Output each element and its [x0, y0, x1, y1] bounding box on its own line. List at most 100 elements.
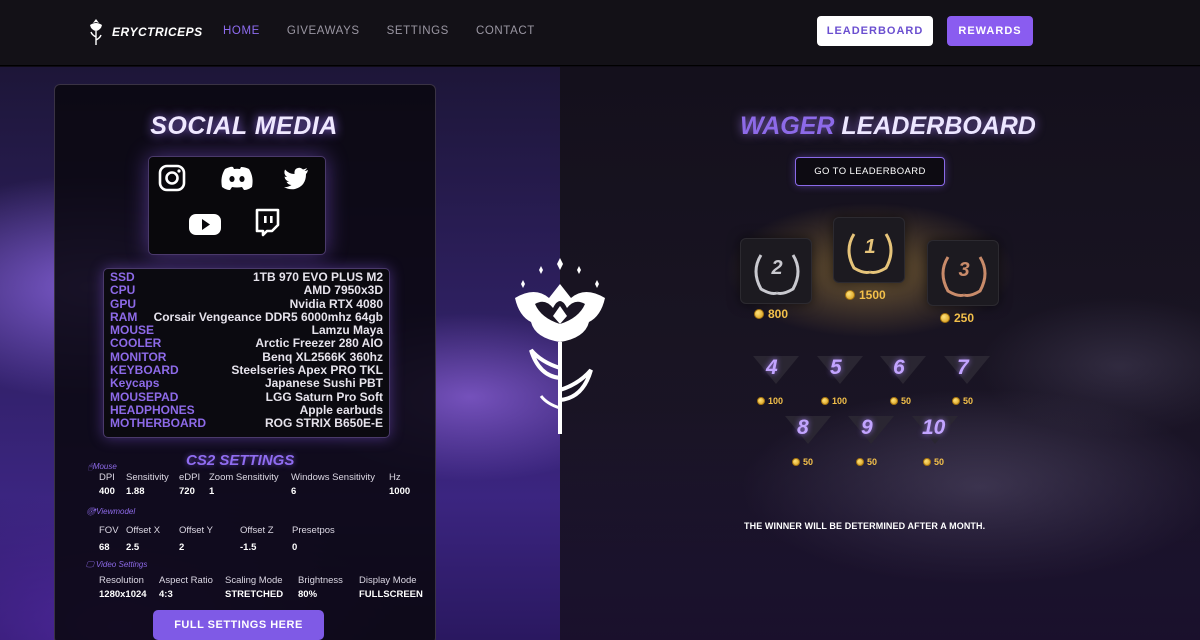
right-background-shade: [560, 360, 1200, 640]
full-settings-button[interactable]: FULL SETTINGS HERE: [153, 610, 324, 640]
nav-links: HOME GIVEAWAYS SETTINGS CONTACT: [223, 25, 535, 37]
rank-8-prize: 50: [792, 457, 813, 467]
discord-icon[interactable]: [219, 163, 255, 193]
spec-value: Lamzu Maya: [311, 323, 383, 338]
podium-rank-3-prize: 250: [940, 311, 974, 325]
rank-7-prize: 50: [952, 396, 973, 406]
rank-6-prize: 50: [890, 396, 911, 406]
coin-icon: [952, 397, 960, 405]
cs2-settings-title: CS2 SETTINGS: [186, 452, 295, 469]
spec-key: MOUSE: [110, 323, 155, 338]
rank-7: 7: [957, 356, 969, 379]
rank-4-prize: 100: [757, 396, 783, 406]
prize-amount: 800: [768, 307, 789, 321]
rank-5-prize: 100: [821, 396, 847, 406]
video-header: Scaling Mode: [225, 575, 283, 586]
coin-icon: [923, 458, 931, 466]
mouse-section-label: 🖱︎Mouse: [88, 462, 117, 471]
prize-amount: 100: [832, 396, 848, 406]
prize-amount: 50: [934, 457, 945, 467]
pc-specs-box: SSD 1TB 970 EVO PLUS M2 CPU AMD 7950x3D GP…: [103, 268, 390, 438]
spec-key: GPU: [110, 296, 137, 311]
mouse-header: eDPI: [179, 472, 201, 483]
twitter-icon[interactable]: [281, 163, 311, 193]
mouse-value: 1000: [389, 486, 411, 497]
rose-crown-logo-icon: [515, 258, 605, 434]
mouse-label-text: Mouse: [92, 462, 117, 471]
spec-value: Corsair Vengeance DDR5 6000mhz 64gb: [153, 309, 383, 324]
video-value: 80%: [298, 589, 318, 600]
podium-rank-1-prize: 1500: [845, 288, 886, 302]
coin-icon: [845, 290, 855, 300]
go-to-leaderboard-button[interactable]: GO TO LEADERBOARD: [795, 157, 945, 186]
rank-8: 8: [797, 416, 809, 439]
wager-leaderboard-title: WAGER LEADERBOARD: [740, 112, 1036, 141]
coin-icon: [856, 458, 864, 466]
podium-rank-1-number: 1: [864, 236, 876, 258]
rewards-button[interactable]: REWARDS: [947, 16, 1033, 46]
spec-key: HEADPHONES: [110, 402, 195, 417]
spec-row: COOLER Arctic Freezer 280 AIO: [110, 336, 383, 351]
nav-home[interactable]: HOME: [223, 25, 260, 37]
podium-rank-3: 3: [927, 240, 999, 306]
youtube-icon[interactable]: [187, 209, 223, 239]
video-header: Resolution: [99, 575, 144, 586]
prize-amount: 1500: [859, 288, 886, 302]
spec-row: GPU Nvidia RTX 4080: [110, 296, 383, 311]
viewmodel-header: Offset Y: [179, 525, 213, 536]
title-leaderboard: LEADERBOARD: [841, 112, 1036, 140]
rank-10-prize: 50: [923, 457, 944, 467]
mouse-value: 1.88: [126, 486, 145, 497]
video-value: STRETCHED: [225, 589, 284, 600]
top-navbar: ERYCTRICEPS HOME GIVEAWAYS SETTINGS CONT…: [0, 0, 1200, 66]
prize-amount: 50: [901, 396, 912, 406]
nav-giveaways[interactable]: GIVEAWAYS: [287, 25, 360, 37]
viewmodel-value: 2.5: [126, 542, 140, 553]
site-logo[interactable]: ERYCTRICEPS: [86, 16, 203, 48]
spec-row: CPU AMD 7950x3D: [110, 283, 383, 298]
spec-key: MONITOR: [110, 349, 167, 364]
spec-key: MOUSEPAD: [110, 389, 179, 404]
spec-value: Benq XL2566K 360hz: [262, 349, 383, 364]
viewmodel-header: Presetpos: [292, 525, 335, 536]
nav-contact[interactable]: CONTACT: [476, 25, 535, 37]
leaderboard-button[interactable]: LEADERBOARD: [817, 16, 933, 46]
coin-icon: [940, 313, 950, 323]
viewmodel-value: 0: [292, 542, 298, 553]
twitch-icon[interactable]: [251, 207, 281, 237]
video-value: 4:3: [159, 589, 173, 600]
coin-icon: [821, 397, 829, 405]
mouse-header: DPI: [99, 472, 115, 483]
rose-logo-icon: [90, 19, 102, 45]
prize-amount: 50: [963, 396, 974, 406]
spec-value: Arctic Freezer 280 AIO: [255, 336, 383, 351]
viewmodel-header: FOV: [99, 525, 119, 536]
video-label-text: Video Settings: [95, 560, 148, 569]
mouse-value: 720: [179, 486, 195, 497]
mouse-value: 400: [99, 486, 115, 497]
mouse-value: 6: [291, 486, 297, 497]
nav-settings[interactable]: SETTINGS: [387, 25, 449, 37]
video-value: 1280x1024: [99, 589, 147, 600]
viewmodel-header: Offset Z: [240, 525, 274, 536]
spec-value: Steelseries Apex PRO TKL: [231, 363, 383, 378]
podium-rank-3-number: 3: [958, 259, 970, 281]
spec-key: KEYBOARD: [110, 363, 179, 378]
spec-row: HEADPHONES Apple earbuds: [110, 402, 383, 417]
video-header: Aspect Ratio: [159, 575, 213, 586]
spec-row: MONITOR Benq XL2566K 360hz: [110, 349, 383, 364]
mouse-header: Hz: [389, 472, 401, 483]
spec-key: COOLER: [110, 336, 162, 351]
spec-key: Keycaps: [110, 376, 160, 391]
logo-text: ERYCTRICEPS: [112, 25, 203, 39]
video-section-label: 🖵︎ Video Settings: [86, 560, 148, 569]
coin-icon: [792, 458, 800, 466]
prize-amount: 50: [803, 457, 814, 467]
spec-value: AMD 7950x3D: [303, 283, 383, 298]
coin-icon: [754, 309, 764, 319]
instagram-icon[interactable]: [157, 163, 187, 193]
spec-value: ROG STRIX B650E-E: [264, 416, 383, 431]
spec-value: Nvidia RTX 4080: [289, 296, 383, 311]
mouse-header: Zoom Sensitivity: [209, 472, 279, 483]
rank-9: 9: [861, 416, 873, 439]
